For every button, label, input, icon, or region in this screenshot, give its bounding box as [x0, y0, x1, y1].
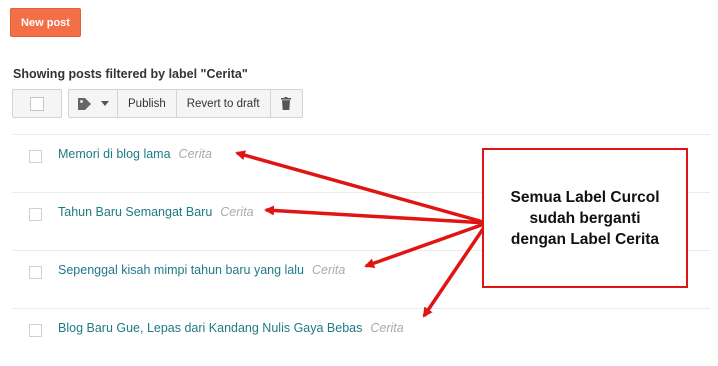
arrow-to-post-4	[422, 222, 489, 318]
callout-line: Semua Label Curcol	[510, 188, 660, 206]
arrow-to-post-1	[235, 150, 488, 225]
callout-line: sudah berganti	[529, 209, 641, 227]
arrow-to-post-3	[364, 221, 488, 269]
callout-line: dengan Label Cerita	[510, 230, 660, 248]
annotation-callout: Semua Label Curcol sudah berganti dengan…	[482, 148, 688, 288]
